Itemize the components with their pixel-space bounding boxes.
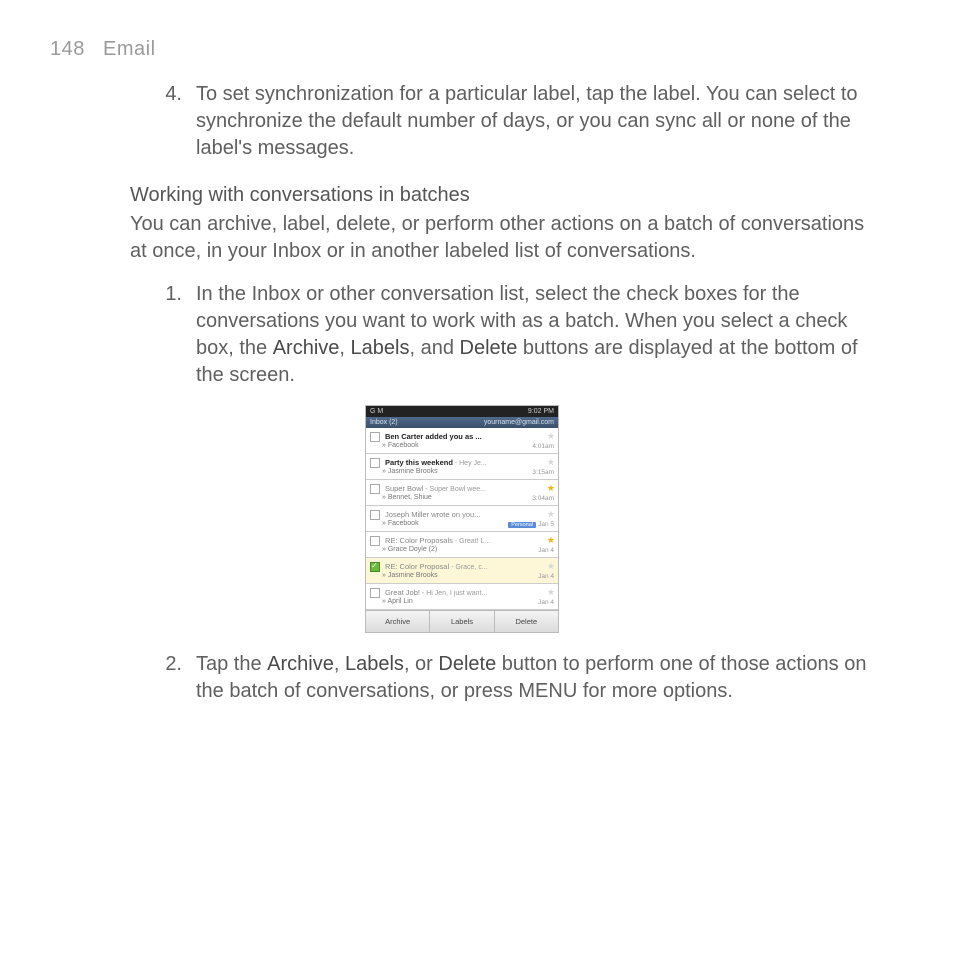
delete-button[interactable]: Delete xyxy=(495,611,558,632)
mail-row[interactable]: Great Job! - Hi Jen, I just want... ★ » … xyxy=(366,584,558,610)
mail-subject: RE: Color Proposal xyxy=(385,562,449,571)
step-4-number: 4. xyxy=(130,81,196,162)
step-1-labels: Labels xyxy=(351,337,410,359)
title-right: yourname@gmail.com xyxy=(484,419,554,426)
star-icon[interactable]: ★ xyxy=(547,431,555,442)
mail-row[interactable]: RE: Color Proposals - Great! L... ★ » Gr… xyxy=(366,532,558,558)
step-4-text: To set synchronization for a particular … xyxy=(196,81,874,162)
mail-time: Jan 4 xyxy=(538,599,554,606)
mail-preview: - Hi Jen, I just want... xyxy=(420,590,487,597)
mail-from: » Jasmine Brooks xyxy=(382,468,554,475)
status-right: 9:02 PM xyxy=(528,408,554,415)
step-4: 4. To set synchronization for a particul… xyxy=(130,81,874,162)
mail-preview: - Super Bowl wee... xyxy=(423,486,486,493)
step-1-sep2: , and xyxy=(409,337,459,359)
checkbox-icon[interactable] xyxy=(370,458,380,468)
checkbox-icon[interactable] xyxy=(370,536,380,546)
phone-action-bar: Archive Labels Delete xyxy=(366,610,558,632)
step-2: 2. Tap the Archive, Labels, or Delete bu… xyxy=(130,651,874,705)
step-1-number: 1. xyxy=(130,281,196,389)
mail-from: » Jasmine Brooks xyxy=(382,572,554,579)
step-1-text: In the Inbox or other conversation list,… xyxy=(196,281,874,389)
star-icon[interactable]: ★ xyxy=(547,483,555,494)
step-2-pre: Tap the xyxy=(196,653,267,675)
mail-time: 3:15am xyxy=(532,469,554,476)
page-header: 148 Email xyxy=(50,38,874,61)
step-1-delete: Delete xyxy=(460,337,518,359)
phone-screenshot: G M 9:02 PM Inbox (2) yourname@gmail.com… xyxy=(365,405,559,633)
archive-button[interactable]: Archive xyxy=(366,611,430,632)
mail-subject: Party this weekend xyxy=(385,458,453,467)
mail-time: 3:04am xyxy=(532,495,554,502)
section-name: Email xyxy=(103,38,156,60)
mail-time: 4:01am xyxy=(532,443,554,450)
checkbox-icon[interactable] xyxy=(370,588,380,598)
mail-subject: Super Bowl xyxy=(385,484,423,493)
status-left: G M xyxy=(370,408,383,415)
step-2-text: Tap the Archive, Labels, or Delete butto… xyxy=(196,651,874,705)
mail-subject: Ben Carter added you as ... xyxy=(385,432,482,441)
title-left: Inbox (2) xyxy=(370,419,398,426)
step-2-delete: Delete xyxy=(438,653,496,675)
batches-heading: Working with conversations in batches xyxy=(130,184,874,207)
star-icon[interactable]: ★ xyxy=(547,561,555,572)
step-1-sep1: , xyxy=(339,337,350,359)
phone-title-bar: Inbox (2) yourname@gmail.com xyxy=(366,417,558,428)
step-1-archive: Archive xyxy=(273,337,340,359)
checkbox-icon[interactable] xyxy=(370,562,380,572)
checkbox-icon[interactable] xyxy=(370,510,380,520)
mail-from: » Facebook xyxy=(382,442,554,449)
labels-button[interactable]: Labels xyxy=(430,611,494,632)
mail-time: Jan 5 xyxy=(538,521,554,528)
batches-intro: You can archive, label, delete, or perfo… xyxy=(130,211,874,265)
step-1: 1. In the Inbox or other conversation li… xyxy=(130,281,874,389)
mail-row[interactable]: Ben Carter added you as ... ★ » Facebook… xyxy=(366,428,558,454)
mail-from: » Grace Doyle (2) xyxy=(382,546,554,553)
mail-from: » Bennet, Shiue xyxy=(382,494,554,501)
step-2-sep2: , or xyxy=(404,653,438,675)
mail-from: » April Lin xyxy=(382,598,554,605)
star-icon[interactable]: ★ xyxy=(547,457,555,468)
mail-preview: - Hey Je... xyxy=(453,460,487,467)
step-2-labels: Labels xyxy=(345,653,404,675)
checkbox-icon[interactable] xyxy=(370,432,380,442)
step-2-sep1: , xyxy=(334,653,345,675)
mail-preview: - Grace, c... xyxy=(449,564,488,571)
star-icon[interactable]: ★ xyxy=(547,535,555,546)
mail-time: Jan 4 xyxy=(538,547,554,554)
mail-row[interactable]: RE: Color Proposal - Grace, c... ★ » Jas… xyxy=(366,558,558,584)
mail-preview: - Great! L... xyxy=(453,538,490,545)
page-number: 148 xyxy=(50,38,85,60)
checkbox-icon[interactable] xyxy=(370,484,380,494)
step-2-archive: Archive xyxy=(267,653,334,675)
mail-subject: Joseph Miller wrote on you... xyxy=(385,510,480,519)
mail-row[interactable]: Joseph Miller wrote on you... ★ » Facebo… xyxy=(366,506,558,532)
mail-subject: RE: Color Proposals xyxy=(385,536,453,545)
mail-row[interactable]: Super Bowl - Super Bowl wee... ★ » Benne… xyxy=(366,480,558,506)
step-2-number: 2. xyxy=(130,651,196,705)
mail-subject: Great Job! xyxy=(385,588,420,597)
mail-row[interactable]: Party this weekend - Hey Je... ★ » Jasmi… xyxy=(366,454,558,480)
star-icon[interactable]: ★ xyxy=(547,587,555,598)
label-badge: Personal xyxy=(508,522,536,528)
phone-status-bar: G M 9:02 PM xyxy=(366,406,558,417)
star-icon[interactable]: ★ xyxy=(547,509,555,520)
mail-time: Jan 4 xyxy=(538,573,554,580)
